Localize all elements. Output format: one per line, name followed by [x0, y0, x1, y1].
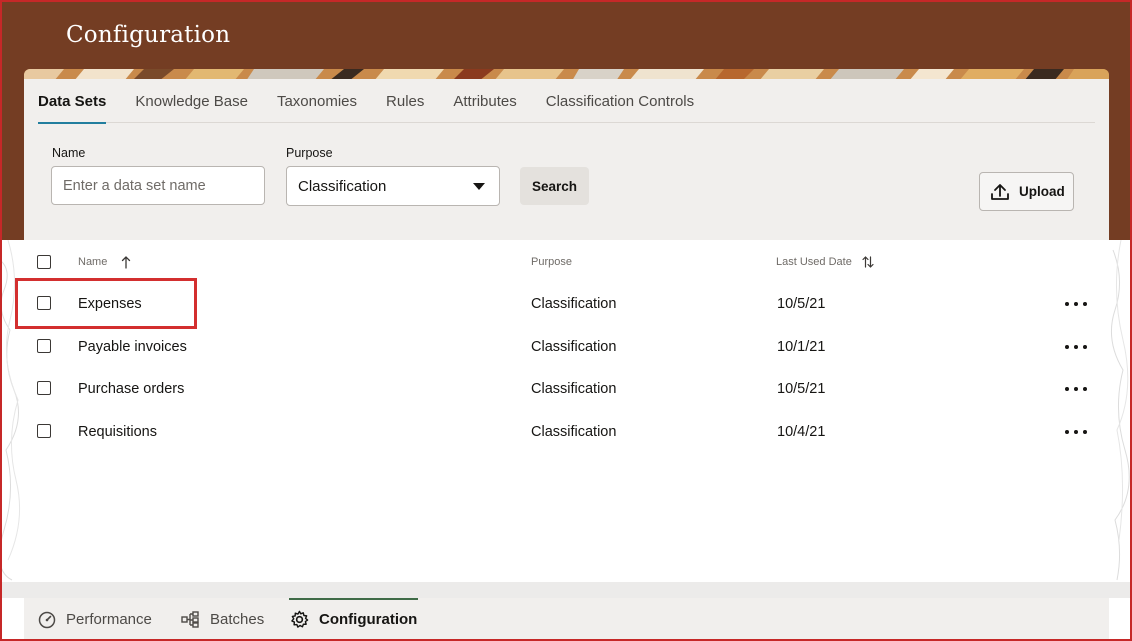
footer-spacer: [0, 582, 1132, 598]
tab-attributes[interactable]: Attributes: [453, 79, 516, 123]
row-checkbox[interactable]: [37, 424, 51, 438]
hierarchy-icon: [181, 611, 199, 628]
more-actions-icon[interactable]: [1065, 427, 1087, 437]
nav-item-performance[interactable]: Performance: [38, 598, 152, 641]
table-header: Name Purpose Last Used Date: [24, 254, 1109, 274]
table-row[interactable]: Expenses Classification 10/5/21: [24, 296, 1109, 314]
search-button[interactable]: Search: [520, 167, 589, 205]
tab-taxonomies[interactable]: Taxonomies: [277, 79, 357, 123]
select-all-checkbox[interactable]: [37, 255, 51, 269]
more-actions-icon[interactable]: [1065, 384, 1087, 394]
gear-icon: [291, 610, 309, 628]
right-decorative-texture: [1109, 240, 1132, 582]
row-checkbox[interactable]: [37, 339, 51, 353]
purpose-select[interactable]: Classification: [286, 166, 500, 206]
table-row[interactable]: Purchase orders Classification 10/5/21: [24, 381, 1109, 399]
sort-ascending-icon[interactable]: [121, 255, 131, 269]
row-checkbox[interactable]: [37, 296, 51, 310]
bottom-navigation: Performance Batches Configuration: [24, 598, 1109, 641]
name-search-input[interactable]: [51, 166, 265, 205]
more-actions-icon[interactable]: [1065, 342, 1087, 352]
tab-bar: Data Sets Knowledge Base Taxonomies Rule…: [38, 79, 1095, 124]
tab-rules[interactable]: Rules: [386, 79, 424, 123]
filter-card: Data Sets Knowledge Base Taxonomies Rule…: [24, 79, 1109, 240]
upload-button[interactable]: Upload: [979, 172, 1074, 211]
row-last-used-date: 10/1/21: [777, 339, 826, 355]
sort-toggle-icon[interactable]: [862, 255, 874, 269]
purpose-field-label: Purpose: [286, 146, 333, 160]
page-title: Configuration: [66, 22, 231, 48]
nav-item-configuration[interactable]: Configuration: [289, 598, 419, 641]
nav-item-batches[interactable]: Batches: [181, 598, 264, 641]
upload-button-label: Upload: [1019, 184, 1065, 199]
gauge-icon: [38, 611, 56, 628]
row-last-used-date: 10/4/21: [777, 424, 826, 440]
caret-down-icon: [473, 183, 485, 190]
more-actions-icon[interactable]: [1065, 299, 1087, 309]
tab-classification-controls[interactable]: Classification Controls: [546, 79, 694, 123]
row-name[interactable]: Requisitions: [78, 424, 157, 440]
row-name[interactable]: Purchase orders: [78, 381, 184, 397]
upload-icon: [991, 183, 1009, 200]
row-purpose: Classification: [531, 424, 617, 440]
row-purpose: Classification: [531, 381, 617, 397]
nav-item-label: Performance: [66, 611, 152, 628]
column-header-name[interactable]: Name: [78, 256, 107, 268]
row-last-used-date: 10/5/21: [777, 296, 826, 312]
row-last-used-date: 10/5/21: [777, 381, 826, 397]
row-name[interactable]: Payable invoices: [78, 339, 187, 355]
row-purpose: Classification: [531, 339, 617, 355]
row-purpose: Classification: [531, 296, 617, 312]
tab-knowledge-base[interactable]: Knowledge Base: [135, 79, 248, 123]
nav-item-label: Batches: [210, 611, 265, 628]
table-row[interactable]: Payable invoices Classification 10/1/21: [24, 339, 1109, 357]
purpose-select-value: Classification: [298, 178, 387, 195]
column-header-purpose[interactable]: Purpose: [531, 256, 572, 268]
left-decorative-texture: [0, 240, 24, 582]
nav-item-label: Configuration: [319, 611, 418, 628]
row-name[interactable]: Expenses: [78, 296, 142, 312]
data-sets-table: Name Purpose Last Used Date Expenses Cla…: [24, 240, 1109, 582]
tab-data-sets[interactable]: Data Sets: [38, 79, 107, 124]
table-row[interactable]: Requisitions Classification 10/4/21: [24, 424, 1109, 442]
row-checkbox[interactable]: [37, 381, 51, 395]
name-field-label: Name: [52, 146, 86, 160]
column-header-last-used-date[interactable]: Last Used Date: [776, 256, 852, 268]
